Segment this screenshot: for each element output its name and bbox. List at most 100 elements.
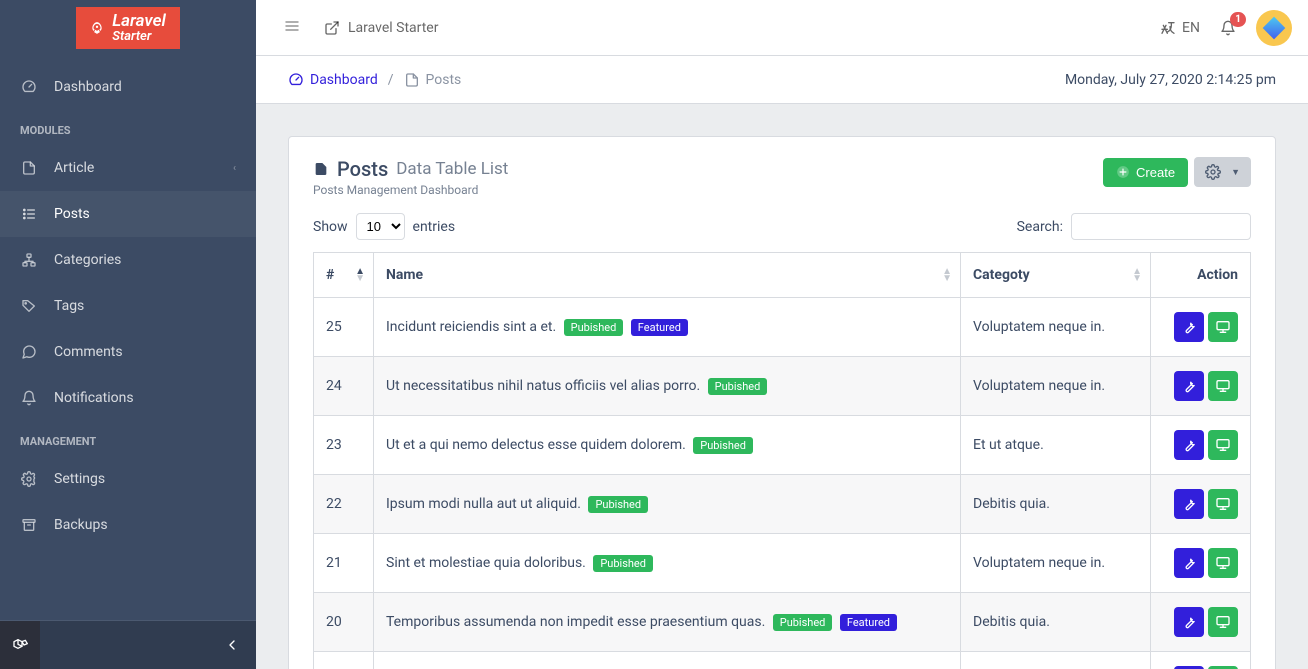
sidebar-title-management: MANAGEMENT <box>0 421 256 456</box>
edit-button[interactable] <box>1174 607 1204 637</box>
cell-category: Voluptatem neque in. <box>961 298 1151 357</box>
page-title-suffix: Data Table List <box>396 159 508 179</box>
sidebar-item-dashboard[interactable]: Dashboard <box>0 64 256 110</box>
language-switch[interactable]: EN <box>1160 20 1200 36</box>
menu-icon <box>284 18 300 34</box>
cell-name: Incidunt reiciendis sint a et. Pubished … <box>374 298 961 357</box>
edit-button[interactable] <box>1174 371 1204 401</box>
settings-dropdown[interactable]: ▼ <box>1194 157 1251 187</box>
sidebar-item-settings[interactable]: Settings <box>0 456 256 502</box>
cell-id: 25 <box>314 298 374 357</box>
subheader: Dashboard / Posts Monday, July 27, 2020 … <box>256 56 1308 104</box>
sort-icon: ▲▼ <box>355 268 365 282</box>
notification-count: 1 <box>1230 12 1246 27</box>
col-action: Action <box>1151 253 1251 298</box>
published-badge: Pubished <box>773 614 833 631</box>
view-button[interactable] <box>1208 371 1238 401</box>
chevron-left-icon <box>224 637 240 653</box>
edit-button[interactable] <box>1174 312 1204 342</box>
published-badge: Pubished <box>708 378 768 395</box>
col-category[interactable]: Categoty ▲▼ <box>961 253 1151 298</box>
speedometer-icon <box>288 72 304 88</box>
col-id[interactable]: # ▲▼ <box>314 253 374 298</box>
caret-down-icon: ▼ <box>1231 167 1240 177</box>
sidebar-item-label: Notifications <box>54 390 134 406</box>
sidebar-item-label: Tags <box>54 298 84 314</box>
brand-name: Laravel <box>112 13 165 30</box>
avatar-cube-icon <box>1263 16 1286 39</box>
laravel-logo-icon[interactable] <box>0 621 40 669</box>
show-label: Show <box>313 219 348 235</box>
view-button[interactable] <box>1208 489 1238 519</box>
page-size-select[interactable]: 10 <box>356 213 405 240</box>
entries-label: entries <box>413 219 456 235</box>
view-button[interactable] <box>1208 312 1238 342</box>
sidebar-item-categories[interactable]: Categories <box>0 237 256 283</box>
sidebar-item-posts[interactable]: Posts <box>0 191 256 237</box>
list-icon <box>20 205 38 223</box>
gear-icon <box>1205 164 1221 180</box>
chat-icon <box>20 343 38 361</box>
table-row: 20Temporibus assumenda non impedit esse … <box>314 593 1251 652</box>
view-button[interactable] <box>1208 607 1238 637</box>
edit-button[interactable] <box>1174 430 1204 460</box>
file-icon <box>404 72 420 88</box>
header: Laravel Starter EN 1 <box>256 0 1308 56</box>
breadcrumb-dashboard-link[interactable]: Dashboard <box>288 72 378 88</box>
rocket-icon <box>90 21 104 35</box>
published-badge: Pubished <box>564 319 624 336</box>
sidebar-item-label: Dashboard <box>54 79 122 95</box>
published-badge: Pubished <box>693 437 753 454</box>
cell-name: Sint et molestiae quia doloribus. Pubish… <box>374 534 961 593</box>
edit-button[interactable] <box>1174 489 1204 519</box>
view-button[interactable] <box>1208 548 1238 578</box>
cell-action <box>1151 357 1251 416</box>
cell-category: Et ut atque. <box>961 416 1151 475</box>
col-name[interactable]: Name ▲▼ <box>374 253 961 298</box>
cell-name: Temporibus assumenda non impedit esse pr… <box>374 593 961 652</box>
search-input[interactable] <box>1071 213 1251 240</box>
menu-toggle[interactable] <box>272 18 312 38</box>
cell-id: 22 <box>314 475 374 534</box>
sidebar-item-label: Comments <box>54 344 123 360</box>
cell-category: Et ut atque. <box>961 652 1151 669</box>
header-brand-text: Laravel Starter <box>348 20 438 36</box>
sidebar-item-tags[interactable]: Tags <box>0 283 256 329</box>
sidebar-nav: Dashboard MODULES Article ‹ Posts Catego… <box>0 56 256 620</box>
current-datetime: Monday, July 27, 2020 2:14:25 pm <box>1065 72 1276 88</box>
cell-name: Ut et a qui nemo delectus esse quidem do… <box>374 416 961 475</box>
cell-name: Ipsum modi nulla aut ut aliquid. Pubishe… <box>374 475 961 534</box>
featured-badge: Featured <box>631 319 688 336</box>
sidebar: Laravel Starter Dashboard MODULES Articl… <box>0 0 256 669</box>
sidebar-item-label: Posts <box>54 206 90 222</box>
cell-action <box>1151 475 1251 534</box>
gear-icon <box>20 470 38 488</box>
sidebar-item-article[interactable]: Article ‹ <box>0 145 256 191</box>
cell-action <box>1151 298 1251 357</box>
breadcrumb: Dashboard / Posts <box>288 72 461 88</box>
sidebar-item-comments[interactable]: Comments <box>0 329 256 375</box>
speedometer-icon <box>20 78 38 96</box>
cell-category: Voluptatem neque in. <box>961 357 1151 416</box>
create-button[interactable]: Create <box>1103 158 1188 187</box>
sidebar-brand[interactable]: Laravel Starter <box>0 0 256 56</box>
sidebar-minimizer[interactable] <box>40 621 256 669</box>
sidebar-item-backups[interactable]: Backups <box>0 502 256 548</box>
file-icon <box>313 161 329 177</box>
chevron-left-icon: ‹ <box>233 163 236 174</box>
sidebar-item-label: Backups <box>54 517 108 533</box>
user-avatar[interactable] <box>1256 10 1292 46</box>
view-button[interactable] <box>1208 430 1238 460</box>
cell-action <box>1151 652 1251 669</box>
file-icon <box>20 159 38 177</box>
sidebar-item-notifications[interactable]: Notifications <box>0 375 256 421</box>
edit-button[interactable] <box>1174 548 1204 578</box>
header-brand-link[interactable]: Laravel Starter <box>324 20 438 36</box>
table-row: 21Sint et molestiae quia doloribus. Pubi… <box>314 534 1251 593</box>
cell-id: 23 <box>314 416 374 475</box>
published-badge: Pubished <box>593 555 653 572</box>
notifications-button[interactable]: 1 <box>1220 20 1236 36</box>
page-title: Posts Data Table List <box>313 157 508 181</box>
cell-id: 19 <box>314 652 374 669</box>
cell-name: Ut necessitatibus nihil natus officiis v… <box>374 357 961 416</box>
